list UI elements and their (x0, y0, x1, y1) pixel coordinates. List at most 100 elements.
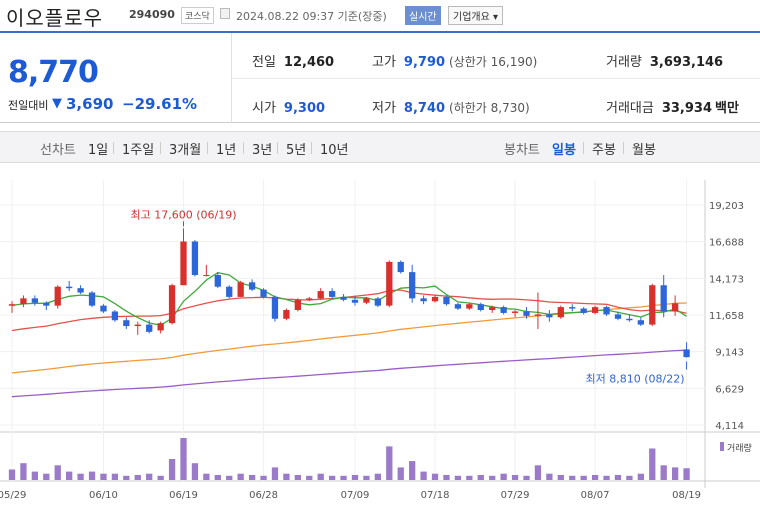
volume-bar (671, 467, 679, 480)
volume-bar (66, 471, 73, 480)
volume-bar (191, 463, 199, 480)
volume-bar (523, 475, 530, 480)
volume-bar (443, 474, 450, 480)
tab-line-chart[interactable]: 선차트 (40, 139, 76, 158)
quote-box: 8,770 전일대비 ▼ 3,690 −29.61% 전일 12,460 고가 9,… (0, 31, 760, 123)
candle-body (477, 304, 484, 311)
volume-bar (283, 473, 290, 480)
volume-bar (54, 465, 61, 480)
open-cell: 시가 9,300 (252, 101, 326, 116)
y-tick-label: 19,203 (709, 201, 744, 212)
volume-bar (477, 474, 484, 480)
volume-bar (500, 473, 507, 480)
volume-cell: 거래량 3,693,146 (606, 55, 724, 70)
volume-bar (374, 473, 382, 480)
candle-body (283, 310, 290, 319)
volume-bar (157, 475, 164, 480)
tab-3m[interactable]: 3개월 (169, 139, 201, 158)
candle-body (8, 304, 16, 306)
candle-body (546, 314, 553, 318)
candle-body (54, 286, 61, 306)
candle-body (294, 299, 301, 311)
candle-body (260, 289, 267, 297)
compare-label: 전일대비 (8, 99, 49, 112)
candle-body (523, 311, 530, 316)
candle-body (431, 296, 439, 302)
volume-bar (111, 473, 119, 480)
candle-body (363, 298, 370, 303)
candle-body (614, 314, 622, 319)
candle-body (603, 307, 610, 315)
candle-body (660, 285, 667, 312)
tab-3y[interactable]: 3년 (252, 139, 272, 158)
volume-bar (431, 473, 439, 480)
candle-body (557, 307, 564, 318)
tab-candle-chart[interactable]: 봉차트 (504, 139, 540, 158)
volume-bar (626, 475, 633, 480)
volume-bar (8, 469, 16, 480)
live-button[interactable]: 실시간 (405, 6, 441, 25)
volume-bar (306, 475, 313, 480)
candle-body (374, 298, 382, 306)
volume-bar (569, 475, 576, 480)
candle-body (317, 291, 324, 299)
candle-body (111, 311, 119, 321)
volume-bar (88, 471, 96, 480)
tab-weekly[interactable]: 주봉 (592, 139, 616, 158)
volume-bar (511, 474, 519, 480)
candle-body (649, 285, 656, 325)
tab-1d[interactable]: 1일 (88, 139, 108, 158)
y-tick-label: 6,629 (715, 384, 744, 395)
volume-bar (20, 463, 27, 480)
low-cell: 저가 8,740 (하한가 8,730) (372, 101, 530, 116)
company-info-dropdown[interactable]: 기업개요 ▾ (448, 6, 503, 25)
tab-10y[interactable]: 10년 (320, 139, 349, 158)
x-tick-label: 05/29 (0, 490, 26, 501)
stock-header: 이오플로우 294090 코스닥 2024.08.22 09:37 기준(장중)… (0, 0, 760, 30)
candle-body (420, 298, 427, 302)
volume-bar (146, 473, 153, 480)
tab-1w[interactable]: 1주일 (122, 139, 154, 158)
volume-bar (603, 475, 610, 480)
volume-bar (557, 474, 564, 480)
tab-5y[interactable]: 5년 (286, 139, 306, 158)
candle-body (191, 241, 199, 276)
volume-bar (386, 446, 393, 480)
x-tick-label: 08/07 (581, 490, 610, 501)
candle-body (454, 304, 462, 309)
y-tick-label: 11,658 (709, 311, 744, 322)
divider (232, 78, 760, 79)
compare-percent: −29.61% (122, 95, 198, 113)
volume-bar (660, 465, 667, 480)
tab-1y[interactable]: 1년 (216, 139, 236, 158)
y-tick-label: 9,143 (715, 348, 744, 359)
volume-bar (203, 473, 210, 480)
volume-bar (100, 473, 107, 480)
x-tick-label: 08/19 (672, 490, 701, 501)
volume-bar (260, 475, 267, 480)
candle-body (306, 298, 313, 300)
volume-bar (397, 467, 404, 480)
candle-body (203, 275, 210, 277)
tab-daily[interactable]: 일봉 (552, 139, 576, 158)
chart-tabs: 선차트 1일 1주일 3개월 1년 3년 5년 10년 봉차트 일봉 주봉 월봉 (0, 131, 760, 163)
candle-body (43, 302, 50, 306)
annotation-low: 최저 8,810 (08/22) (586, 373, 685, 386)
candle-body (88, 292, 96, 306)
x-tick-label: 06/10 (89, 490, 118, 501)
candle-body (489, 307, 496, 311)
chart-background (0, 180, 760, 510)
candle-body (351, 299, 359, 303)
volume-bar (180, 438, 187, 480)
tab-monthly[interactable]: 월봉 (632, 139, 656, 158)
y-tick-label: 16,688 (709, 238, 744, 249)
volume-bar (123, 475, 130, 480)
candlestick-chart: 19,203 16,688 14,173 11,658 9,143 6,629 4,114 0… (0, 180, 760, 510)
candle-body (31, 298, 39, 303)
volume-label: 거래량 (727, 442, 752, 454)
candle-body (511, 311, 519, 313)
candle-body (180, 241, 187, 286)
volume-legend-swatch (720, 442, 724, 451)
quote-time: 2024.08.22 09:37 기준(장중) (236, 10, 387, 23)
volume-bar (340, 475, 347, 480)
